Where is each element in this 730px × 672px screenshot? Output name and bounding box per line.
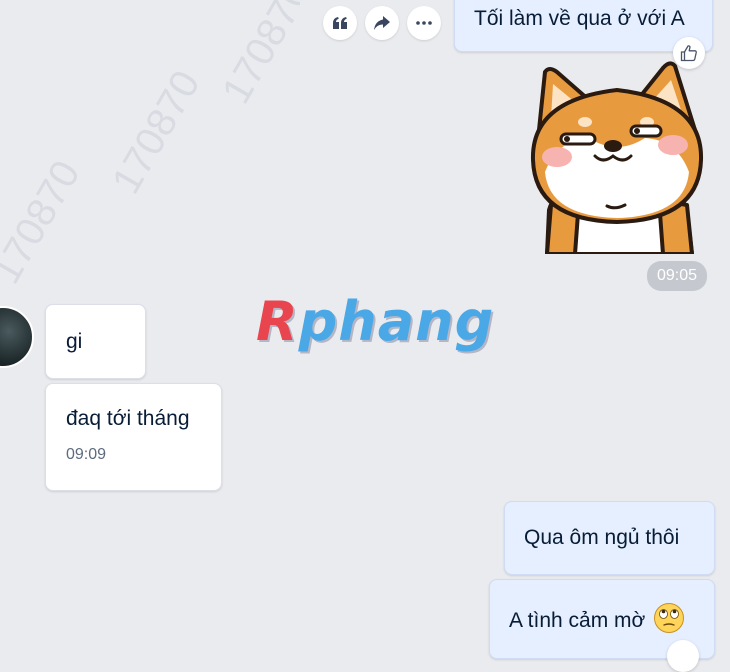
watermark-text: 170870: [0, 153, 89, 292]
message-bubble-other[interactable]: đaq tới tháng 09:09: [45, 383, 222, 491]
sticker-timestamp: 09:05: [647, 261, 708, 291]
message-text: gi: [66, 330, 83, 353]
message-text: A tình cảm mờ: [509, 609, 646, 632]
rphang-logo-watermark: Rphang: [256, 290, 495, 353]
quote-icon: [333, 17, 347, 29]
message-text: Tối làm về qua ở với A: [474, 7, 685, 30]
forward-button[interactable]: [365, 6, 399, 40]
shiba-sticker[interactable]: [527, 60, 707, 254]
message-text: đaq tới tháng: [66, 407, 190, 430]
contact-avatar[interactable]: [0, 306, 34, 368]
react-like-button[interactable]: [667, 640, 699, 672]
more-dots-icon: [416, 21, 432, 25]
message-text: Qua ôm ngủ thôi: [524, 526, 680, 549]
background-watermark: 170870 170870 170870: [0, 0, 300, 320]
message-timestamp: 09:09: [66, 446, 107, 464]
message-bubble-other[interactable]: gi: [45, 304, 146, 379]
quote-button[interactable]: [323, 6, 357, 40]
message-bubble-self[interactable]: Qua ôm ngủ thôi: [504, 501, 715, 575]
shiba-dog-sticker-image: [530, 61, 704, 254]
share-arrow-icon: [374, 16, 390, 30]
more-button[interactable]: [407, 6, 441, 40]
watermark-text: 170870: [213, 0, 300, 112]
watermark-text: 170870: [103, 63, 209, 202]
rolling-eyes-emoji-icon: [654, 603, 685, 633]
